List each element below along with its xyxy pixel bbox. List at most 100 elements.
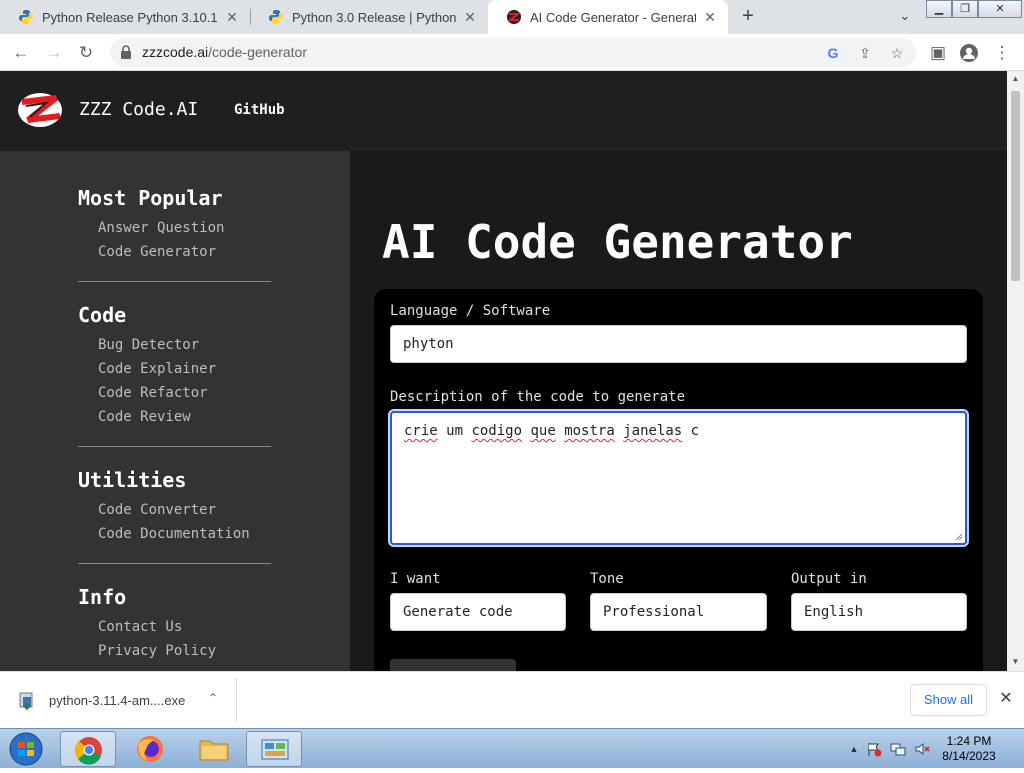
bookmark-star-icon[interactable]: ☆ [888,44,906,62]
download-shelf: python-3.11.4-am....exe ⌃ Show all ✕ [0,671,1024,728]
zzz-logo-icon [507,10,521,24]
language-label: Language / Software [390,303,551,319]
generate-button[interactable] [390,659,516,671]
github-link[interactable]: GitHub [234,102,285,118]
profile-avatar-icon[interactable] [957,41,981,65]
reload-button[interactable]: ↻ [74,41,98,65]
site-header: ZZZ Code.AI GitHub [0,71,1007,151]
language-input[interactable]: phyton [390,325,967,363]
download-filename[interactable]: python-3.11.4-am....exe [49,693,185,708]
sidebar: Most Popular Answer Question Code Genera… [0,151,350,671]
iwant-select[interactable]: Generate code [390,593,566,631]
scrollbar-thumb[interactable] [1011,91,1020,281]
close-icon[interactable]: ✕ [462,9,478,25]
address-bar[interactable]: zzzcode.ai/code-generator G ⇪ ☆ [110,38,916,67]
show-all-button[interactable]: Show all [910,684,987,716]
web-page: ZZZ Code.AI GitHub Most Popular Answer Q… [0,71,1007,671]
main-content: AI Code Generator Language / Software ph… [350,151,1007,671]
output-select[interactable]: English [791,593,967,631]
zzz-logo-icon[interactable] [16,90,64,130]
sidebar-link-code-refactor[interactable]: Code Refactor [98,385,208,401]
close-icon[interactable]: ✕ [997,690,1015,708]
sidebar-divider [78,563,271,564]
taskbar-chrome[interactable] [60,731,116,767]
clock-time: 1:24 PM [946,734,992,748]
description-word: mostra [564,423,615,439]
share-icon[interactable]: ⇪ [856,44,874,62]
iwant-value: Generate code [403,604,513,620]
tab-python-3-10-12[interactable]: Python Release Python 3.10.12 | Py ✕ [0,0,250,34]
lock-icon[interactable] [120,45,132,59]
chrome-icon [74,737,102,765]
sidebar-link-privacy-policy[interactable]: Privacy Policy [98,643,216,659]
close-icon[interactable]: ✕ [224,9,240,25]
output-value: English [804,604,864,620]
sidebar-link-contact-us[interactable]: Contact Us [98,619,182,635]
browser-menu-icon[interactable]: ⋮ [990,41,1014,65]
output-label: Output in [791,571,867,587]
description-label: Description of the code to generate [390,389,686,405]
minimize-button[interactable]: ▁ [926,0,952,18]
chevron-up-icon[interactable]: ⌃ [204,691,222,709]
firefox-icon [137,736,163,762]
url-path: /code-generator [208,44,307,60]
sidebar-divider [78,281,271,282]
sidebar-link-bug-detector[interactable]: Bug Detector [98,337,199,353]
restore-button[interactable]: ❐ [952,0,978,18]
show-hidden-icons-icon[interactable]: ▲ [846,741,862,757]
page-scrollbar[interactable]: ▲ ▼ [1007,71,1024,671]
close-icon[interactable]: ✕ [702,9,718,25]
tab-ai-code-generator[interactable]: AI Code Generator - Generate Code ✕ [488,0,728,34]
side-panel-icon[interactable]: ▣ [926,41,950,65]
url-host: zzzcode.ai [142,44,209,60]
generator-form: Language / Software phyton Description o… [374,289,983,671]
brand-name[interactable]: ZZZ Code.AI [79,99,198,120]
sidebar-heading: Utilities [78,468,187,492]
action-center-flag-icon[interactable] [866,741,882,757]
python-logo-icon [269,10,283,24]
description-word: c [690,423,700,439]
sidebar-link-code-explainer[interactable]: Code Explainer [98,361,216,377]
network-icon[interactable] [890,741,906,757]
windows-start-icon[interactable] [4,731,48,767]
tab-strip: Python Release Python 3.10.12 | Py ✕ Pyt… [0,0,1024,34]
browser-toolbar: ← → ↻ zzzcode.ai/code-generator G ⇪ ☆ ▣ … [0,34,1024,71]
forward-button[interactable]: → [42,41,66,65]
taskbar-explorer[interactable] [186,731,242,767]
sidebar-link-code-documentation[interactable]: Code Documentation [98,526,250,542]
sidebar-heading: Most Popular [78,186,223,210]
description-word: janelas [623,423,683,439]
url-text: zzzcode.ai/code-generator [142,44,307,60]
new-tab-button[interactable]: + [737,6,759,28]
tab-search-chevron-icon[interactable]: ⌄ [896,8,914,26]
tab-title: Python 3.0 Release | Python.org [292,9,456,25]
taskbar-control-panel[interactable] [246,731,302,767]
sidebar-link-answer-question[interactable]: Answer Question [98,220,224,236]
sidebar-link-code-review[interactable]: Code Review [98,409,191,425]
taskbar-firefox[interactable] [122,731,178,767]
description-word: um [446,423,464,439]
google-icon[interactable]: G [824,44,842,62]
system-clock[interactable]: 1:24 PM 8/14/2023 [934,734,1004,764]
tone-label: Tone [590,571,624,587]
volume-muted-icon[interactable] [914,741,930,757]
tab-title: Python Release Python 3.10.12 | Py [42,9,218,25]
resize-handle-icon[interactable] [955,533,963,541]
folder-icon [199,740,229,761]
tab-python-3-0[interactable]: Python 3.0 Release | Python.org ✕ [250,0,488,34]
description-word: que [530,423,556,439]
scroll-down-icon[interactable]: ▼ [1010,657,1021,667]
control-panel-icon [261,739,289,760]
description-textarea[interactable]: crie um codigo que mostra janelas c [388,409,969,547]
scroll-up-icon[interactable]: ▲ [1010,74,1021,84]
description-word: crie [404,423,438,439]
installer-file-icon[interactable] [18,691,36,711]
sidebar-link-code-converter[interactable]: Code Converter [98,502,216,518]
tone-select[interactable]: Professional [590,593,767,631]
language-value: phyton [403,336,454,352]
back-button[interactable]: ← [9,41,33,65]
clock-date: 8/14/2023 [942,749,996,763]
tone-value: Professional [603,604,705,620]
close-window-button[interactable]: ✕ [978,0,1022,18]
sidebar-link-code-generator[interactable]: Code Generator [98,244,216,260]
